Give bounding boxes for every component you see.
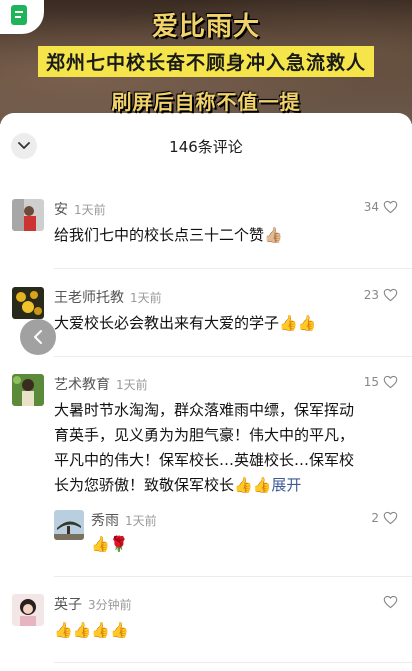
comment-author[interactable]: 英子 bbox=[54, 594, 82, 614]
reply-time: 1天前 bbox=[125, 514, 157, 528]
sheet-header: 146条评论 bbox=[0, 113, 412, 179]
avatar[interactable] bbox=[12, 199, 44, 231]
divider bbox=[54, 576, 412, 577]
like-button[interactable] bbox=[379, 595, 398, 609]
reply-meta: 秀雨 1天前 bbox=[91, 510, 157, 530]
like-button[interactable]: 23 bbox=[364, 288, 398, 302]
reply-author[interactable]: 秀雨 bbox=[91, 510, 119, 530]
comment-meta: 英子 3分钟前 bbox=[54, 594, 132, 614]
comment-author[interactable]: 王老师托教 bbox=[54, 287, 124, 307]
comment-text-body: 大暑时节水淘淘，群众落难雨中缥，保军挥动育英手，见义勇为为胆气豪！伟大中的平凡，… bbox=[54, 401, 355, 494]
comment-text: 大爱校长必会教出来有大爱的学子👍👍 bbox=[54, 314, 317, 332]
heart-icon bbox=[383, 375, 398, 389]
heart-icon bbox=[383, 200, 398, 214]
comment-time: 1天前 bbox=[116, 378, 148, 392]
like-count: 23 bbox=[363, 288, 379, 302]
like-button[interactable]: 15 bbox=[364, 375, 398, 389]
video-banner[interactable]: 爱比雨大 郑州七中校长奋不顾身冲入急流救人 刷屏后自称不值一提 bbox=[0, 0, 412, 124]
comment-text: 给我们七中的校长点三十二个赞👍🏼 bbox=[54, 226, 283, 244]
comment-text: 大暑时节水淘淘，群众落难雨中缥，保军挥动育英手，见义勇为为胆气豪！伟大中的平凡，… bbox=[54, 398, 364, 498]
like-count: 34 bbox=[363, 200, 379, 214]
comment-author[interactable]: 艺术教育 bbox=[54, 374, 110, 394]
like-button[interactable]: 34 bbox=[364, 200, 398, 214]
comment-item[interactable]: 安 1天前 34 给我们七中的校长点三十二个赞👍🏼 bbox=[0, 199, 412, 269]
video-footer-caption: 刷屏后自称不值一提 bbox=[111, 90, 301, 114]
comment-count-title: 146条评论 bbox=[169, 138, 243, 156]
comment-sheet: 146条评论 安 1天前 34 给我们七中的校长点三十二个赞👍🏼 王老师托教 1… bbox=[0, 113, 412, 671]
divider bbox=[54, 356, 412, 357]
expand-link[interactable]: 展开 bbox=[271, 476, 301, 494]
video-title: 爱比雨大 bbox=[151, 12, 260, 42]
like-count: 15 bbox=[363, 375, 379, 389]
chevron-left-icon bbox=[34, 330, 42, 344]
avatar[interactable] bbox=[12, 287, 44, 319]
comment-meta: 艺术教育 1天前 bbox=[54, 374, 148, 394]
document-icon bbox=[11, 5, 27, 25]
heart-icon bbox=[383, 595, 398, 609]
comment-time: 1天前 bbox=[74, 203, 106, 217]
comment-author[interactable]: 安 bbox=[54, 199, 68, 219]
heart-icon bbox=[383, 511, 398, 525]
comment-item[interactable]: 王老师托教 1天前 23 大爱校长必会教出来有大爱的学子👍👍 bbox=[0, 287, 412, 357]
comment-text: 👍👍👍👍 bbox=[54, 621, 129, 639]
reply-item[interactable]: 秀雨 1天前 2 👍🌹 bbox=[54, 510, 412, 570]
heart-icon bbox=[383, 288, 398, 302]
comment-item[interactable]: 英子 3分钟前 👍👍👍👍 bbox=[0, 594, 412, 664]
avatar[interactable] bbox=[12, 594, 44, 626]
like-count: 2 bbox=[371, 511, 379, 525]
reply-text: 👍🌹 bbox=[91, 535, 129, 553]
divider bbox=[54, 662, 412, 663]
like-button[interactable]: 2 bbox=[371, 511, 398, 525]
comment-meta: 安 1天前 bbox=[54, 199, 106, 219]
back-button[interactable] bbox=[20, 319, 56, 355]
comment-meta: 王老师托教 1天前 bbox=[54, 287, 162, 307]
divider bbox=[54, 268, 412, 269]
comment-time: 1天前 bbox=[130, 291, 162, 305]
avatar[interactable] bbox=[12, 374, 44, 406]
avatar[interactable] bbox=[54, 510, 84, 540]
comment-time: 3分钟前 bbox=[88, 598, 132, 612]
video-subtitle-wrap: 郑州七中校长奋不顾身冲入急流救人 bbox=[0, 46, 412, 77]
video-subtitle: 郑州七中校长奋不顾身冲入急流救人 bbox=[37, 46, 374, 77]
